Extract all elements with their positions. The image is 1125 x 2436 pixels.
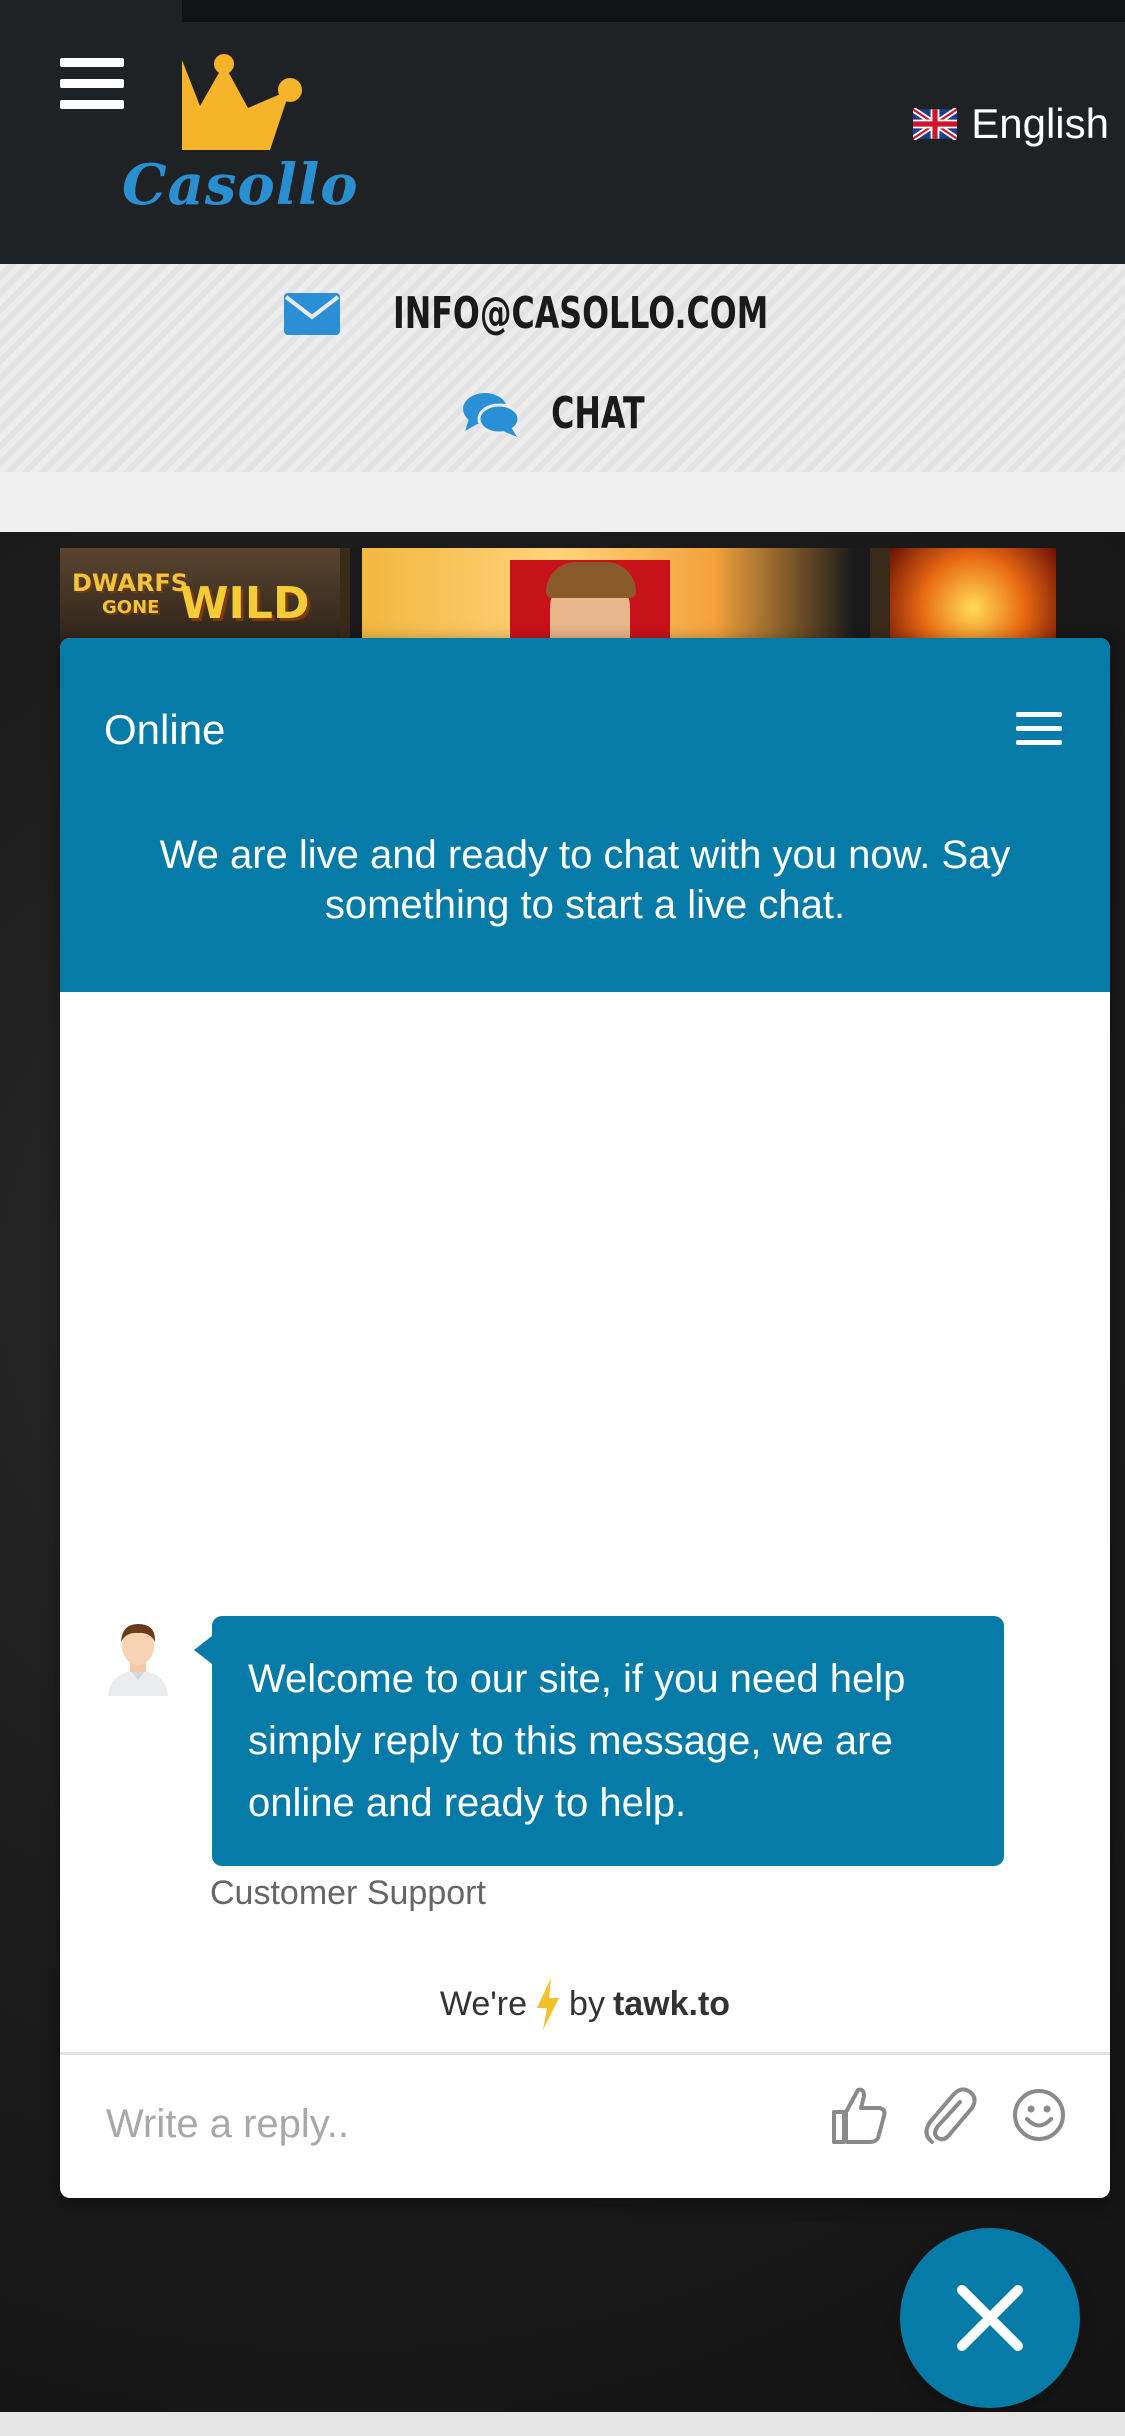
chat-text: CHAT: [550, 388, 645, 439]
chat-message: Welcome to our site, if you need help si…: [212, 1616, 1004, 1866]
envelope-icon: [283, 292, 340, 335]
bubble-tail: [194, 1636, 212, 1664]
hamburger-icon[interactable]: [60, 58, 124, 110]
powered-brand: tawk.to: [612, 1984, 731, 2023]
chat-header: Online We are live and ready to chat wit…: [60, 638, 1110, 992]
powered-by[interactable]: We're by tawk.to: [60, 1978, 1110, 2030]
chat-link[interactable]: CHAT: [0, 388, 1125, 439]
chat-bubbles-icon: [462, 392, 519, 437]
close-chat-button[interactable]: [900, 2228, 1080, 2408]
powered-mid: by: [569, 1984, 605, 2023]
email-text: INFO@CASOLLO.COM: [392, 288, 769, 339]
game-tile-hero[interactable]: [350, 548, 870, 648]
game-1-word: WILD: [180, 578, 310, 629]
bottom-strip: [0, 2412, 1125, 2436]
contact-band-bottom: [0, 472, 1125, 532]
message-sender: Customer Support: [210, 1874, 486, 1912]
close-icon: [957, 2285, 1023, 2351]
language-label: English: [971, 100, 1109, 147]
composer-divider: [60, 2052, 1110, 2055]
game-banner[interactable]: DWARFS GONE WILD: [60, 548, 1056, 648]
emoji-icon[interactable]: [1010, 2084, 1068, 2146]
thumbs-up-icon[interactable]: [830, 2084, 888, 2146]
logo-text[interactable]: Casollo: [122, 152, 359, 218]
chat-widget: Online We are live and ready to chat wit…: [60, 638, 1110, 2198]
uk-flag-icon: [913, 108, 958, 140]
game-tile-fire[interactable]: [890, 548, 1056, 648]
reply-input[interactable]: [104, 2088, 768, 2160]
game-tile-dwarfs[interactable]: DWARFS GONE WILD: [60, 548, 340, 648]
game-1-top: DWARFS: [72, 569, 189, 597]
email-link[interactable]: INFO@CASOLLO.COM: [0, 288, 1125, 339]
menu-icon[interactable]: [1016, 712, 1062, 746]
language-selector[interactable]: English: [913, 100, 1109, 148]
top-strip: [182, 0, 1125, 22]
paperclip-icon[interactable]: [920, 2084, 978, 2146]
lightning-icon: [537, 1978, 560, 2030]
chat-intro: We are live and ready to chat with you n…: [159, 833, 1011, 927]
powered-pre: We're: [439, 1984, 528, 2023]
game-1-sub: GONE: [102, 597, 160, 618]
chat-status: Online: [104, 706, 226, 753]
agent-avatar: [108, 1624, 168, 1696]
